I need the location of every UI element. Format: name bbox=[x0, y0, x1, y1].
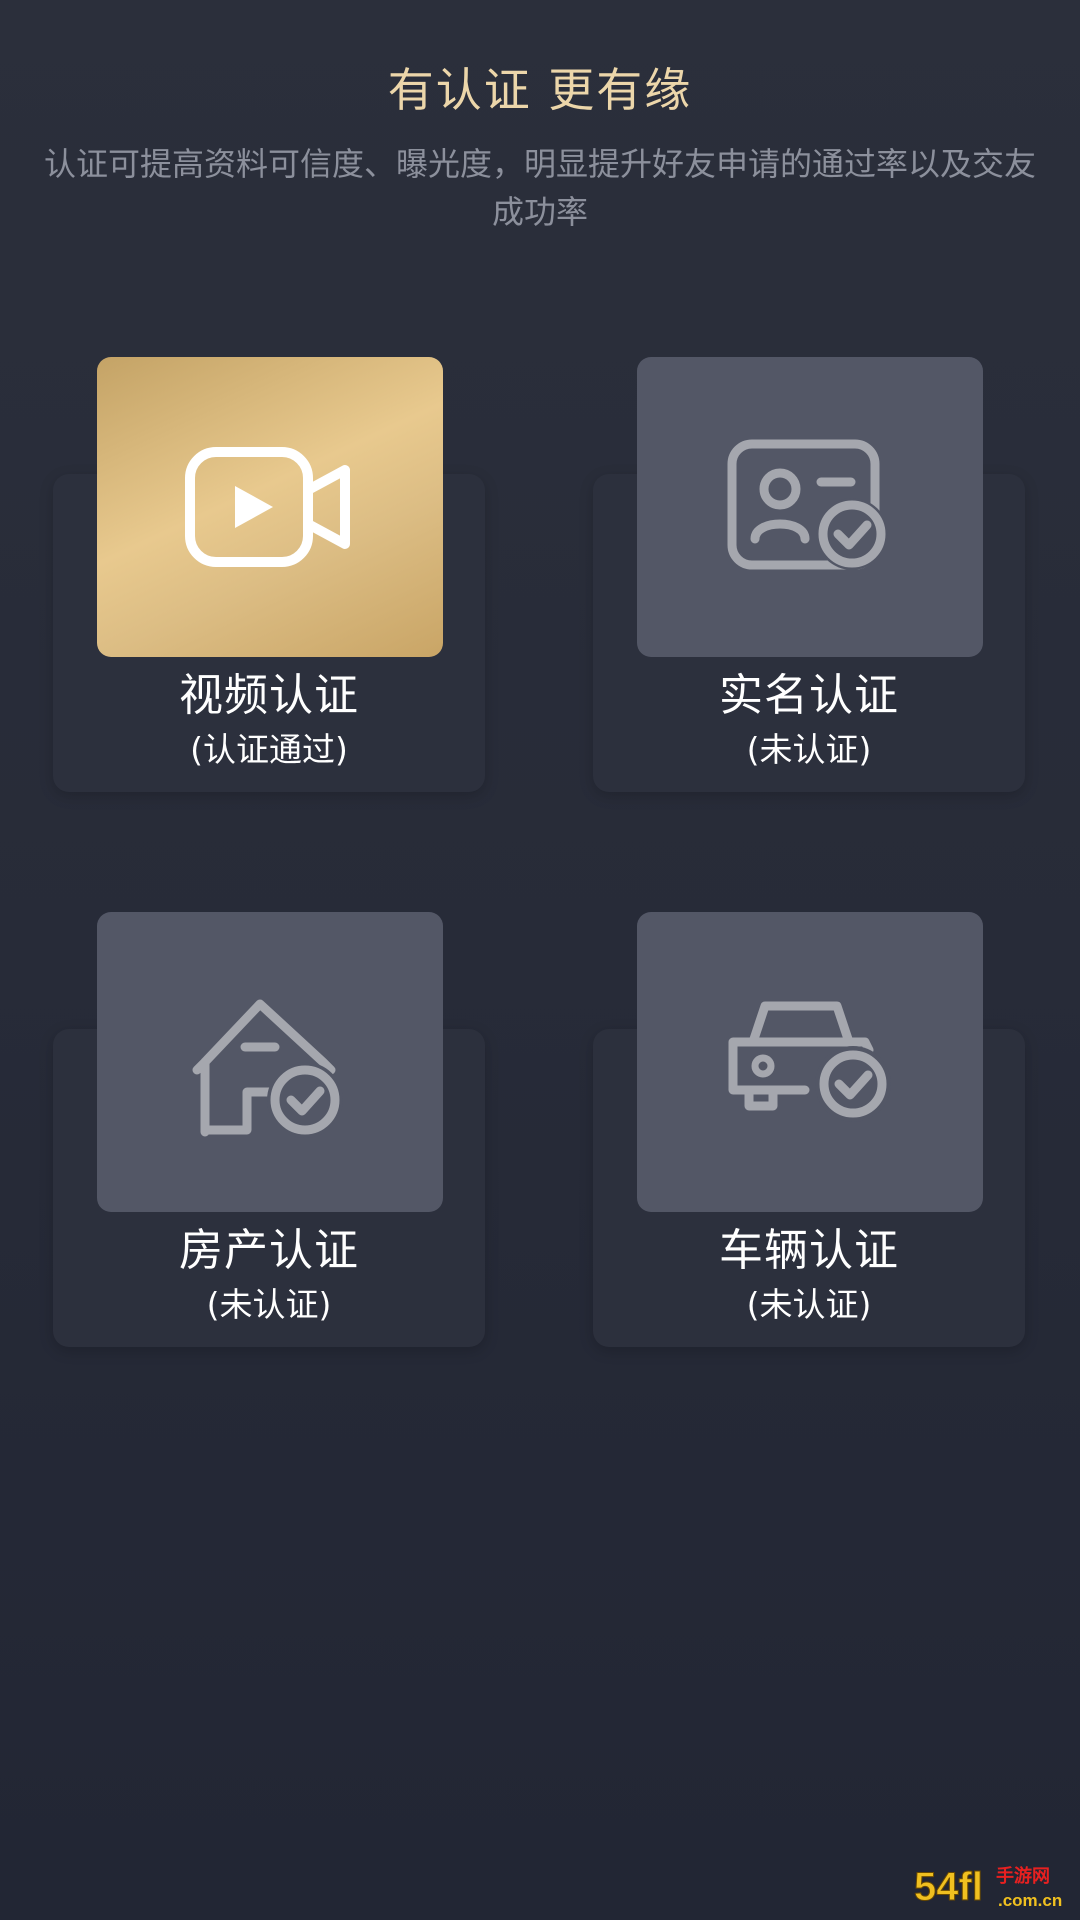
vehicle-verification-icon-box[interactable] bbox=[637, 912, 983, 1212]
card-name: 房产认证 bbox=[179, 1225, 359, 1276]
card-name: 视频认证 bbox=[179, 670, 359, 721]
svg-text:手游网: 手游网 bbox=[996, 1865, 1050, 1887]
card-status: (未认证) bbox=[206, 1285, 332, 1324]
realname-verification-icon-box[interactable] bbox=[637, 357, 983, 657]
card-status: (未认证) bbox=[746, 730, 872, 769]
house-check-icon bbox=[192, 999, 343, 1138]
card-name: 实名认证 bbox=[719, 670, 899, 721]
card-status: (认证通过) bbox=[190, 730, 348, 769]
card-status: (未认证) bbox=[746, 1285, 872, 1324]
card-name: 车辆认证 bbox=[719, 1225, 899, 1276]
svg-text:54fl: 54fl bbox=[914, 1865, 983, 1909]
page-subtitle: 认证可提高资料可信度、曝光度，明显提升好友申请的通过率以及交友成功率 bbox=[43, 145, 1036, 231]
site-watermark-logo: 54fl 手游网 .com.cn bbox=[914, 1865, 1063, 1911]
svg-text:.com.cn: .com.cn bbox=[998, 1891, 1062, 1910]
car-check-icon bbox=[728, 1001, 891, 1122]
id-card-check-icon bbox=[727, 439, 888, 570]
page-title: 有认证 更有缘 bbox=[387, 63, 693, 117]
video-camera-icon bbox=[185, 447, 350, 567]
video-verification-icon-box[interactable] bbox=[97, 357, 443, 657]
property-verification-icon-box[interactable] bbox=[97, 912, 443, 1212]
